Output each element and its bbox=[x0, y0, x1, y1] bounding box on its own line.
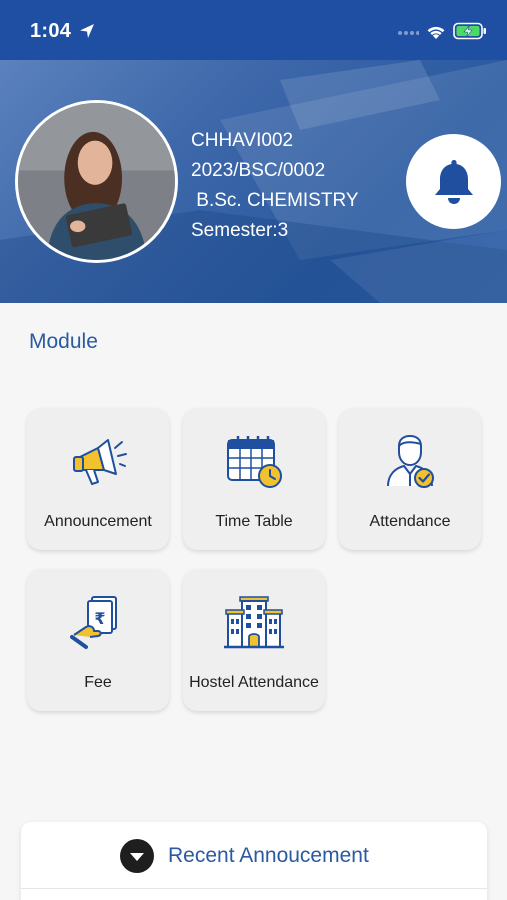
tile-label: Fee bbox=[84, 674, 112, 691]
tile-label: Attendance bbox=[369, 513, 451, 530]
notification-button[interactable] bbox=[406, 134, 501, 229]
student-semester: Semester:3 bbox=[191, 220, 289, 241]
tile-hostel-attendance[interactable]: Hostel Attendance bbox=[183, 569, 325, 711]
module-title: Module bbox=[29, 330, 98, 353]
person-check-icon bbox=[387, 434, 434, 488]
chevron-down-icon bbox=[130, 853, 144, 861]
avatar[interactable] bbox=[15, 100, 178, 263]
student-course: B.Sc. CHEMISTRY bbox=[191, 190, 359, 211]
profile-header: CHHAVI002 2023/BSC/0002 B.Sc. CHEMISTRY … bbox=[0, 60, 507, 303]
recent-announcement-title: Recent Annoucement bbox=[168, 844, 369, 867]
svg-text:₹: ₹ bbox=[94, 609, 105, 628]
wifi-icon bbox=[427, 26, 445, 39]
tile-announcement[interactable]: Announcement bbox=[27, 408, 169, 550]
tile-time-table[interactable]: Time Table bbox=[183, 408, 325, 550]
student-enrollment: 2023/BSC/0002 bbox=[191, 160, 326, 181]
tile-label: Time Table bbox=[215, 513, 293, 530]
student-info: CHHAVI002 2023/BSC/0002 B.Sc. CHEMISTRY … bbox=[191, 126, 359, 246]
status-bar: 1:04 bbox=[0, 0, 507, 60]
building-icon bbox=[224, 596, 284, 649]
recent-announcement-card: Recent Annoucement bbox=[21, 822, 487, 900]
battery-charging-icon bbox=[453, 22, 486, 40]
location-arrow-icon bbox=[80, 24, 94, 38]
signal-dots-icon bbox=[398, 31, 419, 35]
calendar-clock-icon bbox=[227, 436, 282, 488]
rupee-receipt-icon: ₹ bbox=[70, 596, 117, 649]
recent-toggle-button[interactable] bbox=[120, 839, 154, 873]
tile-label: Announcement bbox=[44, 513, 152, 530]
tile-fee[interactable]: ₹ Fee bbox=[27, 569, 169, 711]
divider bbox=[21, 888, 487, 889]
bell-icon bbox=[434, 159, 473, 204]
status-time: 1:04 bbox=[30, 20, 72, 42]
tile-label: Hostel Attendance bbox=[189, 674, 319, 691]
megaphone-icon bbox=[73, 439, 127, 485]
tile-attendance[interactable]: Attendance bbox=[339, 408, 481, 550]
student-username: CHHAVI002 bbox=[191, 130, 294, 151]
